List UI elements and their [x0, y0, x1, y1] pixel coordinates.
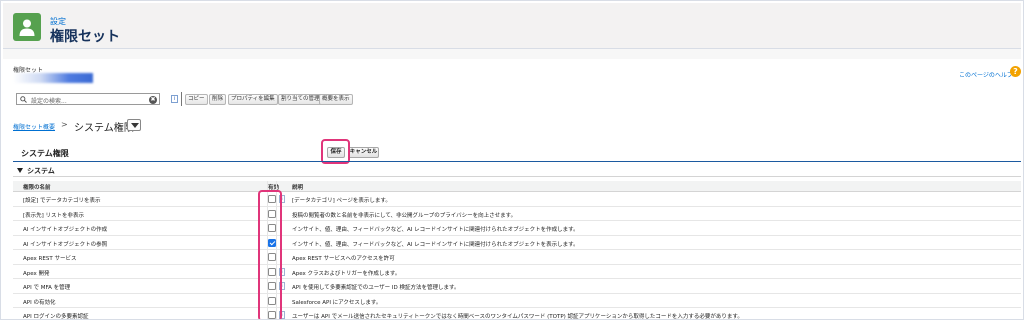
table-row: [設定] でデータカテゴリを表示 i [データカテゴリ] ページを表示します。 [13, 192, 1021, 207]
permission-name: Apex REST サービス [23, 256, 77, 262]
permission-description: API を使用して多要素認証でのユーザー ID 検証方法を管理します。 [292, 285, 460, 291]
table-row: API の有効化 Salesforce API にアクセスします。 [13, 294, 1021, 308]
breadcrumb-separator: > [61, 120, 68, 129]
permission-name: API の有効化 [23, 299, 56, 306]
help-link[interactable]: このページのヘルプ [959, 70, 1013, 79]
page-frame: 設定 権限セット 権限セット このページのヘルプ ? 設定の検索... ✖ i … [0, 0, 1024, 320]
permission-description: [データカテゴリ] ページを表示します。 [292, 198, 391, 204]
permission-name: API で MFA を管理 [23, 285, 71, 291]
permission-description: ユーザーは API でメール送信されたセキュリティトークンではなく時間ベースのワ… [292, 314, 743, 320]
toolbar-divider [181, 92, 182, 106]
column-description: 説明 [292, 185, 304, 191]
permission-name: [設定] でデータカテゴリを表示 [23, 198, 101, 204]
chevron-down-icon [131, 123, 139, 128]
permissions-table: 権限の名前 有効 説明 [設定] でデータカテゴリを表示 i [データカテゴリ] ペ… [13, 181, 1021, 320]
info-icon[interactable]: i [171, 95, 178, 103]
permission-description: 投稿の閲覧者の数と名前を非表示にして、非公開グループのプライバシーを向上させます… [292, 212, 517, 219]
breadcrumb-link[interactable]: 権限セット概要 [13, 122, 55, 131]
breadcrumb-current: システム権限 [74, 123, 134, 134]
permission-description: Salesforce API にアクセスします。 [292, 299, 382, 306]
permission-description: Apex REST サービスへのアクセスを許可 [292, 256, 395, 262]
search-icon [20, 96, 27, 103]
table-row: [表示先] リストを非表示 投稿の閲覧者の数と名前を非表示にして、非公開グループの… [13, 207, 1021, 221]
collapse-icon[interactable] [17, 168, 23, 173]
permission-name: Apex 開発 [23, 270, 50, 277]
table-row: AI インサイトオブジェクトの作成 インサイト、値、理由、フィードバックなど、AI… [13, 221, 1021, 236]
help-icon[interactable]: ? [1010, 66, 1021, 77]
permission-name: AI インサイトオブジェクトの参照 [23, 241, 108, 248]
table-row: API ログインの多要素認証 i ユーザーは API でメール送信されたセキュリティ… [13, 308, 1021, 320]
permission-description: インサイト、値、理由、フィードバックなど、AI レコードインサイトに関連付けられ… [292, 227, 579, 233]
column-name: 権限の名前 [23, 185, 51, 191]
page-title: 権限セット [50, 29, 120, 45]
enabled-column-highlight [258, 190, 282, 319]
edit-properties-button[interactable]: プロパティを編集 [228, 94, 278, 105]
record-name-redacted [13, 73, 93, 83]
app-header: 設定 権限セット [3, 3, 1021, 49]
group-header[interactable]: システム [13, 165, 1021, 177]
group-label: システム [27, 167, 55, 175]
table-row: Apex 開発 i Apex クラスおよびトリガーを作成します。 [13, 265, 1021, 279]
search-input[interactable]: 設定の検索... ✖ [16, 93, 160, 105]
table-header: 権限の名前 有効 説明 [13, 181, 1021, 192]
manage-assignments-button[interactable]: 割り当ての管理 [278, 94, 323, 105]
permission-name: API ログインの多要素認証 [23, 314, 89, 320]
user-icon [13, 13, 41, 41]
section-title: システム権限 [21, 149, 69, 158]
toolbar: 設定の検索... ✖ i コピー 削除 プロパティを編集 割り当ての管理 概要を… [13, 92, 1021, 106]
cancel-button[interactable]: キャンセル [348, 147, 379, 158]
section-divider [13, 161, 1021, 162]
permission-description: インサイト、値、理由、フィードバックなど、AI レコードインサイトに関連付けられ… [292, 241, 579, 248]
permission-name: [表示先] リストを非表示 [23, 212, 85, 219]
table-row: AI インサイトオブジェクトの参照 インサイト、値、理由、フィードバックなど、AI… [13, 236, 1021, 250]
table-body: [設定] でデータカテゴリを表示 i [データカテゴリ] ページを表示します。 [表示… [13, 192, 1021, 320]
breadcrumb-dropdown[interactable] [127, 119, 141, 131]
table-row: API で MFA を管理 i API を使用して多要素認証でのユーザー ID 検証… [13, 279, 1021, 294]
table-row: Apex REST サービス Apex REST サービスへのアクセスを許可 [13, 250, 1021, 265]
delete-button[interactable]: 削除 [209, 94, 227, 105]
clear-icon[interactable]: ✖ [149, 96, 157, 104]
permission-name: AI インサイトオブジェクトの作成 [23, 227, 108, 233]
search-placeholder: 設定の検索... [31, 98, 67, 105]
header-band [3, 49, 1021, 59]
permission-description: Apex クラスおよびトリガーを作成します。 [292, 270, 401, 277]
view-summary-button[interactable]: 概要を表示 [319, 94, 353, 105]
copy-button[interactable]: コピー [185, 94, 208, 105]
